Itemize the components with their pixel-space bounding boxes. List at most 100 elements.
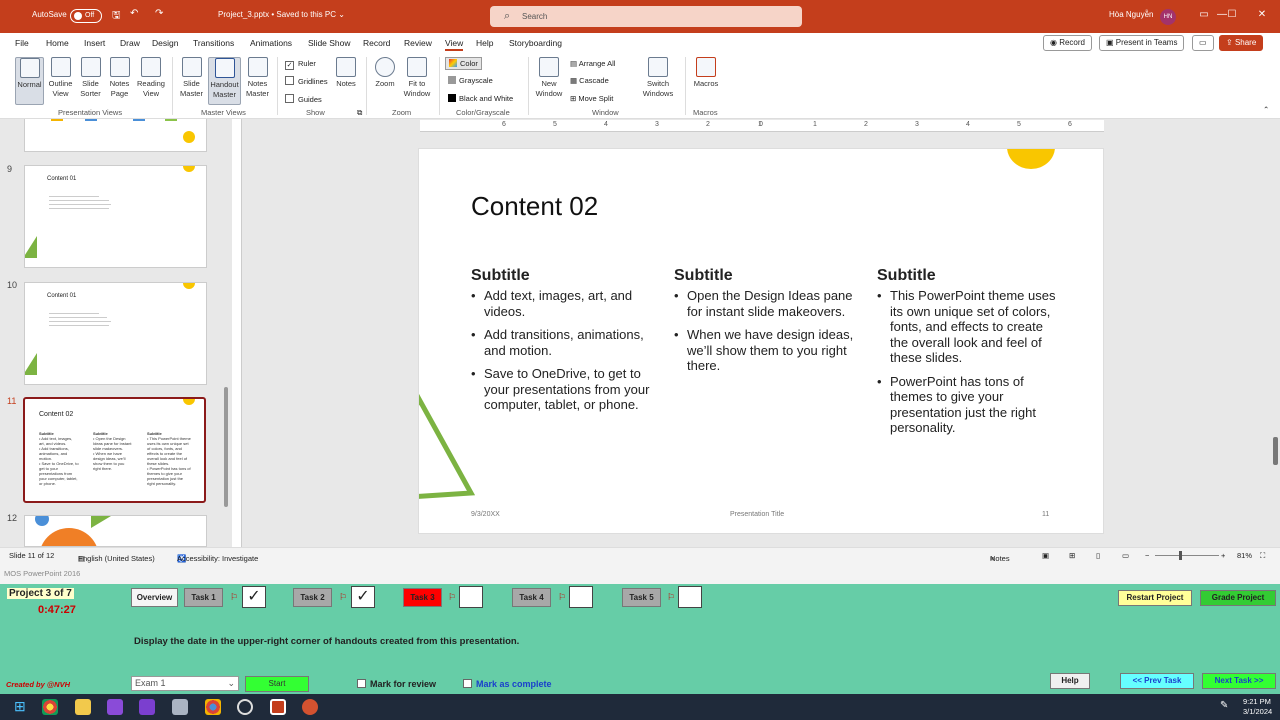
document-title[interactable]: Project_3.pptx • Saved to this PC ⌄ xyxy=(218,10,345,19)
task-4-complete-checkbox[interactable] xyxy=(569,586,593,608)
fit-slide-icon[interactable]: ⛶ xyxy=(1260,551,1265,561)
thumbnail-slide-11-selected[interactable]: Content 02 Subtitle • Add text, images, a… xyxy=(23,397,206,503)
footer-title[interactable]: Presentation Title xyxy=(730,511,784,518)
zoom-slider[interactable] xyxy=(1155,551,1219,560)
task-1-complete-checkbox[interactable]: ✓ xyxy=(242,586,266,608)
slide-sorter-icon[interactable]: ⊞ xyxy=(1069,551,1075,560)
chrome-profile-icon[interactable] xyxy=(205,699,221,715)
color-button[interactable]: Color xyxy=(445,57,482,70)
slide-master-button[interactable]: Slide Master xyxy=(178,57,205,99)
save-icon[interactable]: 🖫 xyxy=(112,8,121,25)
thumbnail-scroll-thumb[interactable] xyxy=(224,387,228,507)
task-3-complete-checkbox[interactable] xyxy=(459,586,483,608)
record-button[interactable]: ◉ Record xyxy=(1043,35,1092,51)
clock-app-icon[interactable] xyxy=(237,699,253,715)
ribbon-options-icon[interactable]: ▭ xyxy=(1194,9,1214,20)
help-button[interactable]: Help xyxy=(1050,673,1090,689)
thumbnail-slide-8[interactable] xyxy=(24,119,207,152)
tab-animations[interactable]: Animations xyxy=(250,38,292,48)
tab-record[interactable]: Record xyxy=(363,38,390,48)
tab-help[interactable]: Help xyxy=(476,38,493,48)
tab-insert[interactable]: Insert xyxy=(84,38,105,48)
close-icon[interactable]: ✕ xyxy=(1252,9,1272,20)
reading-view-icon[interactable]: ▯ xyxy=(1096,551,1100,560)
restart-project-button[interactable]: Restart Project xyxy=(1118,590,1192,606)
zoom-out-icon[interactable]: − xyxy=(1145,551,1149,560)
thumbnail-slide-12[interactable] xyxy=(24,515,207,547)
thumbnail-slide-10[interactable]: Content 01 xyxy=(24,282,207,385)
task-2-button[interactable]: Task 2 xyxy=(293,588,332,607)
snip-tool-icon[interactable] xyxy=(270,699,286,715)
flag-icon[interactable]: ⚐ xyxy=(558,592,566,603)
tab-design[interactable]: Design xyxy=(152,38,178,48)
present-in-teams-button[interactable]: ▣ Present in Teams xyxy=(1099,35,1185,51)
tab-view[interactable]: View xyxy=(445,38,464,51)
taskbar-time[interactable]: 9:21 PM xyxy=(1243,697,1271,706)
pen-icon[interactable]: ✎ xyxy=(1220,700,1228,711)
prev-task-button[interactable]: << Prev Task xyxy=(1120,673,1194,689)
footer-date[interactable]: 9/3/20XX xyxy=(471,511,500,518)
new-window-button[interactable]: New Window xyxy=(534,57,564,99)
flag-icon[interactable]: ⚐ xyxy=(667,592,675,603)
tab-draw[interactable]: Draw xyxy=(120,38,140,48)
notes-page-button[interactable]: Notes Page xyxy=(106,57,133,99)
file-explorer-icon[interactable] xyxy=(75,699,91,715)
move-split-button[interactable]: ⊞ Move Split xyxy=(570,94,613,103)
tab-file[interactable]: File xyxy=(15,38,29,48)
reading-view-button[interactable]: Reading View xyxy=(136,57,166,99)
taskbar-date[interactable]: 3/1/2024 xyxy=(1243,707,1272,716)
visual-studio-icon[interactable] xyxy=(107,699,123,715)
switch-windows-button[interactable]: Switch Windows xyxy=(637,57,679,99)
slideshow-icon[interactable]: ▭ xyxy=(1122,551,1129,560)
handout-master-button[interactable]: Handout Master xyxy=(208,57,241,105)
task-2-complete-checkbox[interactable]: ✓ xyxy=(351,586,375,608)
thumbnail-scrollbar[interactable] xyxy=(222,119,230,547)
task-1-button[interactable]: Task 1 xyxy=(184,588,223,607)
footer-slide-number[interactable]: 11 xyxy=(1042,511,1049,518)
overview-button[interactable]: Overview xyxy=(131,588,178,607)
mark-for-review-checkbox[interactable]: Mark for review xyxy=(357,679,436,689)
visual-studio-2-icon[interactable] xyxy=(139,699,155,715)
task-4-button[interactable]: Task 4 xyxy=(512,588,551,607)
notes-button[interactable]: Notes xyxy=(333,57,359,89)
start-button[interactable]: Start xyxy=(245,676,309,692)
tab-storyboarding[interactable]: Storyboarding xyxy=(509,38,562,48)
app-icon[interactable] xyxy=(172,699,188,715)
flag-icon[interactable]: ⚐ xyxy=(339,592,347,603)
zoom-slider-thumb[interactable] xyxy=(1179,551,1182,560)
cascade-button[interactable]: ▦ Cascade xyxy=(570,76,609,85)
slide-scroll-thumb[interactable] xyxy=(1273,437,1278,465)
guides-checkbox[interactable]: Guides xyxy=(285,94,322,104)
autosave-toggle[interactable]: Off xyxy=(70,9,102,23)
ruler-checkbox[interactable]: Ruler xyxy=(285,59,316,70)
slide-scrollbar[interactable] xyxy=(1271,119,1280,547)
windows-start-icon[interactable]: ⊞ xyxy=(14,698,26,715)
zoom-button[interactable]: Zoom xyxy=(372,57,398,89)
flag-icon[interactable]: ⚐ xyxy=(230,592,238,603)
normal-view-button[interactable]: Normal xyxy=(15,57,44,105)
tab-slide-show[interactable]: Slide Show xyxy=(308,38,351,48)
notes-master-button[interactable]: Notes Master xyxy=(243,57,272,99)
zoom-percent[interactable]: 81% xyxy=(1237,551,1252,560)
content-column-2[interactable]: Subtitle Open the Design Ideas pane for … xyxy=(674,267,854,382)
avatar[interactable]: HN xyxy=(1160,9,1176,25)
grade-project-button[interactable]: Grade Project xyxy=(1200,590,1276,606)
collapse-ribbon-icon[interactable]: ⌃ xyxy=(1263,105,1269,114)
gridlines-checkbox[interactable]: Gridlines xyxy=(285,76,328,86)
mark-as-complete-checkbox[interactable]: Mark as complete xyxy=(463,679,552,689)
grayscale-button[interactable]: Grayscale xyxy=(448,76,493,85)
macros-button[interactable]: Macros xyxy=(691,57,721,89)
task-5-button[interactable]: Task 5 xyxy=(622,588,661,607)
exam-select[interactable]: Exam 1 ⌄ xyxy=(131,676,239,691)
slide-title[interactable]: Content 02 xyxy=(471,191,598,222)
thumbnail-slide-9[interactable]: Content 01 xyxy=(24,165,207,268)
chrome-icon[interactable] xyxy=(42,699,58,715)
content-column-1[interactable]: Subtitle Add text, images, art, and vide… xyxy=(471,267,651,421)
show-dialog-launcher-icon[interactable]: ⧉ xyxy=(357,108,362,118)
outline-view-button[interactable]: Outline View xyxy=(45,57,76,99)
comments-button[interactable]: ▭ xyxy=(1192,35,1214,51)
next-task-button[interactable]: Next Task >> xyxy=(1202,673,1276,689)
share-button[interactable]: ⇪ Share xyxy=(1219,35,1264,51)
undo-icon[interactable]: ↶ xyxy=(130,8,138,19)
normal-view-icon[interactable]: ▣ xyxy=(1042,551,1049,560)
